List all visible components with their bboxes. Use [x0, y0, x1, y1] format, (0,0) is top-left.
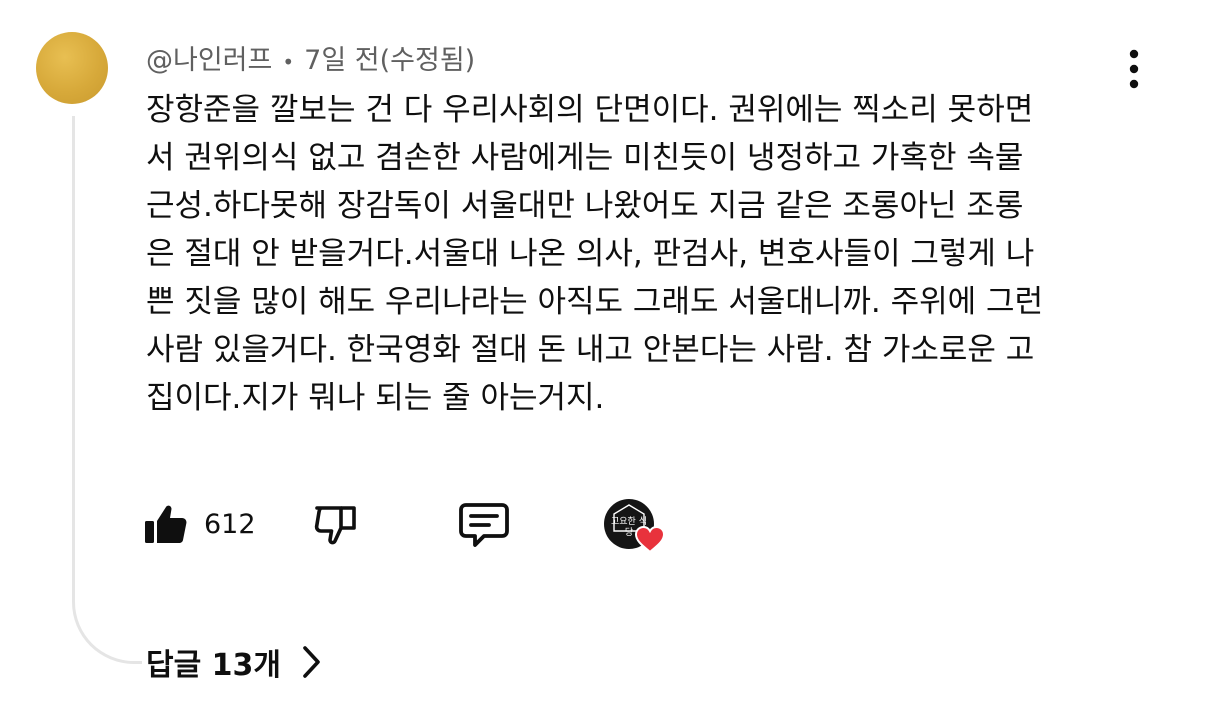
comment-meta: @나인러프 • 7일 전(수정됨): [146, 38, 475, 77]
dislike-button[interactable]: [310, 494, 362, 554]
like-button[interactable]: 612: [140, 494, 256, 554]
author-avatar[interactable]: [36, 32, 108, 104]
comment-text: 장항준을 깔보는 건 다 우리사회의 단면이다. 권위에는 찍소리 못하면 서 …: [146, 86, 1126, 422]
heart-icon: [634, 525, 666, 553]
like-count: 612: [204, 508, 256, 540]
author-name[interactable]: @나인러프: [146, 45, 272, 76]
comment-line: 장항준을 깔보는 건 다 우리사회의 단면이다. 권위에는 찍소리 못하면: [146, 92, 1034, 128]
comment-line: 은 절대 안 받을거다.서울대 나온 의사, 판검사, 변호사들이 그렇게 나: [146, 236, 1035, 272]
meta-separator: •: [282, 49, 295, 74]
comment-line: 쁜 짓을 많이 해도 우리나라는 아직도 그래도 서울대니까. 주위에 그런: [146, 284, 1044, 320]
reply-thread-line: [72, 116, 142, 664]
comment-line: 서 권위의식 없고 겸손한 사람에게는 미친듯이 냉정하고 가혹한 속물: [146, 140, 1024, 176]
chevron-right-icon: [303, 646, 320, 678]
creator-heart-badge: 고요한 식당: [604, 494, 666, 554]
thumbs-up-filled-icon: [145, 505, 187, 543]
thumbs-down-icon: [314, 506, 356, 545]
comment-time: 7일 전(수정됨): [304, 45, 476, 76]
comment-line: 근성.하다못해 장감독이 서울대만 나왔어도 지금 같은 조롱아닌 조롱: [146, 188, 1024, 224]
comment-line: 사람 있을거다. 한국영화 절대 돈 내고 안본다는 사람. 참 가소로운 고: [146, 332, 1035, 368]
reply-button[interactable]: [456, 494, 512, 554]
replies-label: 답글 13개: [146, 648, 281, 683]
comment-icon: [459, 503, 509, 547]
creator-avatar: 고요한 식당: [604, 499, 666, 553]
comment-line: 집이다.지가 뭐나 되는 줄 아는거지.: [146, 380, 605, 416]
view-replies-button[interactable]: 답글 13개: [146, 640, 323, 684]
